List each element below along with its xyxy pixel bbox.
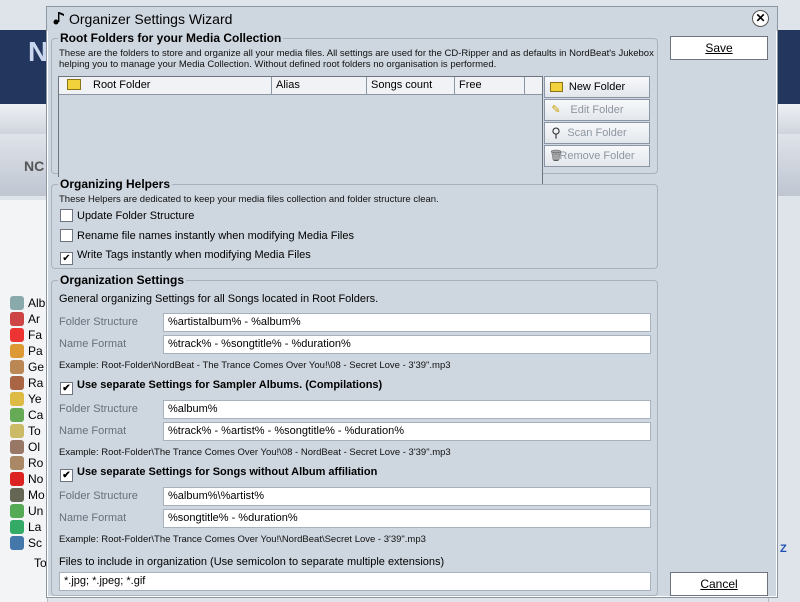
bg-side-item[interactable]: Fa — [10, 328, 48, 344]
update-folder-structure-option[interactable]: Update Folder Structure — [60, 209, 194, 225]
bg-side-item[interactable]: Sc — [10, 536, 48, 552]
sampler-settings-option[interactable]: ✔ Use separate Settings for Sampler Album… — [60, 379, 382, 395]
sampler-folder-structure-label: Folder Structure — [59, 403, 138, 415]
name-format-input[interactable]: %track% - %songtitle% - %duration% — [163, 335, 651, 354]
bg-side-item[interactable]: Alb — [10, 296, 48, 312]
files-include-label: Files to include in organization (Use se… — [59, 556, 445, 568]
group-title: Root Folders for your Media Collection — [58, 31, 284, 45]
no-album-folder-structure-label: Folder Structure — [59, 490, 138, 502]
table-header: Root Folder Alias Songs count Free — [59, 77, 542, 95]
close-button[interactable]: ✕ — [752, 10, 769, 27]
column-header-songs-count[interactable]: Songs count — [367, 77, 455, 95]
bg-side-item[interactable]: Ro — [10, 456, 48, 472]
scan-folder-button[interactable]: ⚲ Scan Folder — [544, 122, 650, 144]
bg-side-item[interactable]: La — [10, 520, 48, 536]
remove-folder-button[interactable]: 🗑 Remove Folder — [544, 145, 650, 167]
no-album-folder-structure-input[interactable]: %album%\%artist% — [163, 487, 651, 506]
bg-sidebar: Alb Ar Fa Pa Ge Ra Ye Ca To Ol Ro No Mo … — [0, 200, 48, 602]
folder-structure-input[interactable]: %artistalbum% - %album% — [163, 313, 651, 332]
column-header-filler — [525, 77, 542, 95]
group-title: Organization Settings — [58, 273, 187, 287]
organization-settings-group: Organization Settings General organizing… — [51, 273, 658, 596]
title-bar[interactable]: Organizer Settings Wizard ✕ — [47, 7, 777, 31]
folder-icon — [67, 79, 81, 90]
organizing-helpers-group: Organizing Helpers These Helpers are ded… — [51, 177, 658, 269]
org-desc: General organizing Settings for all Song… — [59, 293, 379, 305]
bg-side-item[interactable]: Ar — [10, 312, 48, 328]
bg-side-item[interactable]: To — [10, 424, 48, 440]
bg-panel-label: NC — [24, 158, 45, 174]
helpers-desc: These Helpers are dedicated to keep your… — [59, 194, 439, 205]
name-format-label: Name Format — [59, 338, 127, 350]
write-tags-option[interactable]: ✔ Write Tags instantly when modifying Med… — [60, 249, 311, 265]
trash-icon: 🗑 — [549, 150, 563, 162]
bg-side-item[interactable]: Ge — [10, 360, 48, 376]
checkbox[interactable] — [60, 229, 73, 242]
group-title: Organizing Helpers — [58, 177, 173, 191]
edit-folder-button[interactable]: ✎ Edit Folder — [544, 99, 650, 121]
bg-side-item[interactable]: Mo — [10, 488, 48, 504]
save-button[interactable]: Save — [670, 36, 768, 60]
root-folders-group: Root Folders for your Media Collection T… — [51, 31, 658, 194]
bg-z-label[interactable]: Z — [780, 543, 787, 555]
no-album-name-format-label: Name Format — [59, 512, 127, 524]
no-album-name-format-input[interactable]: %songtitle% - %duration% — [163, 509, 651, 528]
checkbox-checked[interactable]: ✔ — [60, 382, 73, 395]
checkbox-checked[interactable]: ✔ — [60, 252, 73, 265]
music-note-icon — [53, 12, 64, 25]
organizer-settings-dialog: Organizer Settings Wizard ✕ Root Folders… — [46, 6, 778, 598]
no-album-settings-option[interactable]: ✔ Use separate Settings for Songs without… — [60, 466, 377, 482]
bg-side-item[interactable]: Ye — [10, 392, 48, 408]
no-album-example: Example: Root-Folder\The Trance Comes Ov… — [59, 534, 426, 545]
folder-structure-label: Folder Structure — [59, 316, 138, 328]
sampler-name-format-input[interactable]: %track% - %artist% - %songtitle% - %dura… — [163, 422, 651, 441]
column-header-free[interactable]: Free — [455, 77, 525, 95]
column-header-alias[interactable]: Alias — [272, 77, 367, 95]
cancel-button[interactable]: Cancel — [670, 572, 768, 596]
new-folder-button[interactable]: New Folder — [544, 76, 650, 98]
bg-side-item[interactable]: Pa — [10, 344, 48, 360]
bg-side-item[interactable]: Un — [10, 504, 48, 520]
bg-side-item[interactable]: Ra — [10, 376, 48, 392]
magnifier-icon: ⚲ — [551, 125, 561, 140]
sampler-name-format-label: Name Format — [59, 425, 127, 437]
rename-files-option[interactable]: Rename file names instantly when modifyi… — [60, 229, 354, 245]
root-folders-desc-1: These are the folders to store and organ… — [59, 48, 654, 59]
window-title: Organizer Settings Wizard — [69, 11, 233, 27]
pencil-icon: ✎ — [551, 104, 561, 116]
sampler-example: Example: Root-Folder\The Trance Comes Ov… — [59, 447, 451, 458]
files-include-input[interactable]: *.jpg; *.jpeg; *.gif — [59, 572, 651, 591]
column-header-root-folder[interactable]: Root Folder — [59, 77, 272, 95]
general-example: Example: Root-Folder\NordBeat - The Tran… — [59, 360, 451, 371]
bg-side-item[interactable]: Ca — [10, 408, 48, 424]
new-folder-icon — [549, 80, 563, 94]
bg-side-item[interactable]: Ol — [10, 440, 48, 456]
bg-side-item[interactable]: No — [10, 472, 48, 488]
checkbox[interactable] — [60, 209, 73, 222]
sampler-folder-structure-input[interactable]: %album% — [163, 400, 651, 419]
root-folders-desc-2: helping you to manage your Media Collect… — [59, 59, 497, 70]
checkbox-checked[interactable]: ✔ — [60, 469, 73, 482]
